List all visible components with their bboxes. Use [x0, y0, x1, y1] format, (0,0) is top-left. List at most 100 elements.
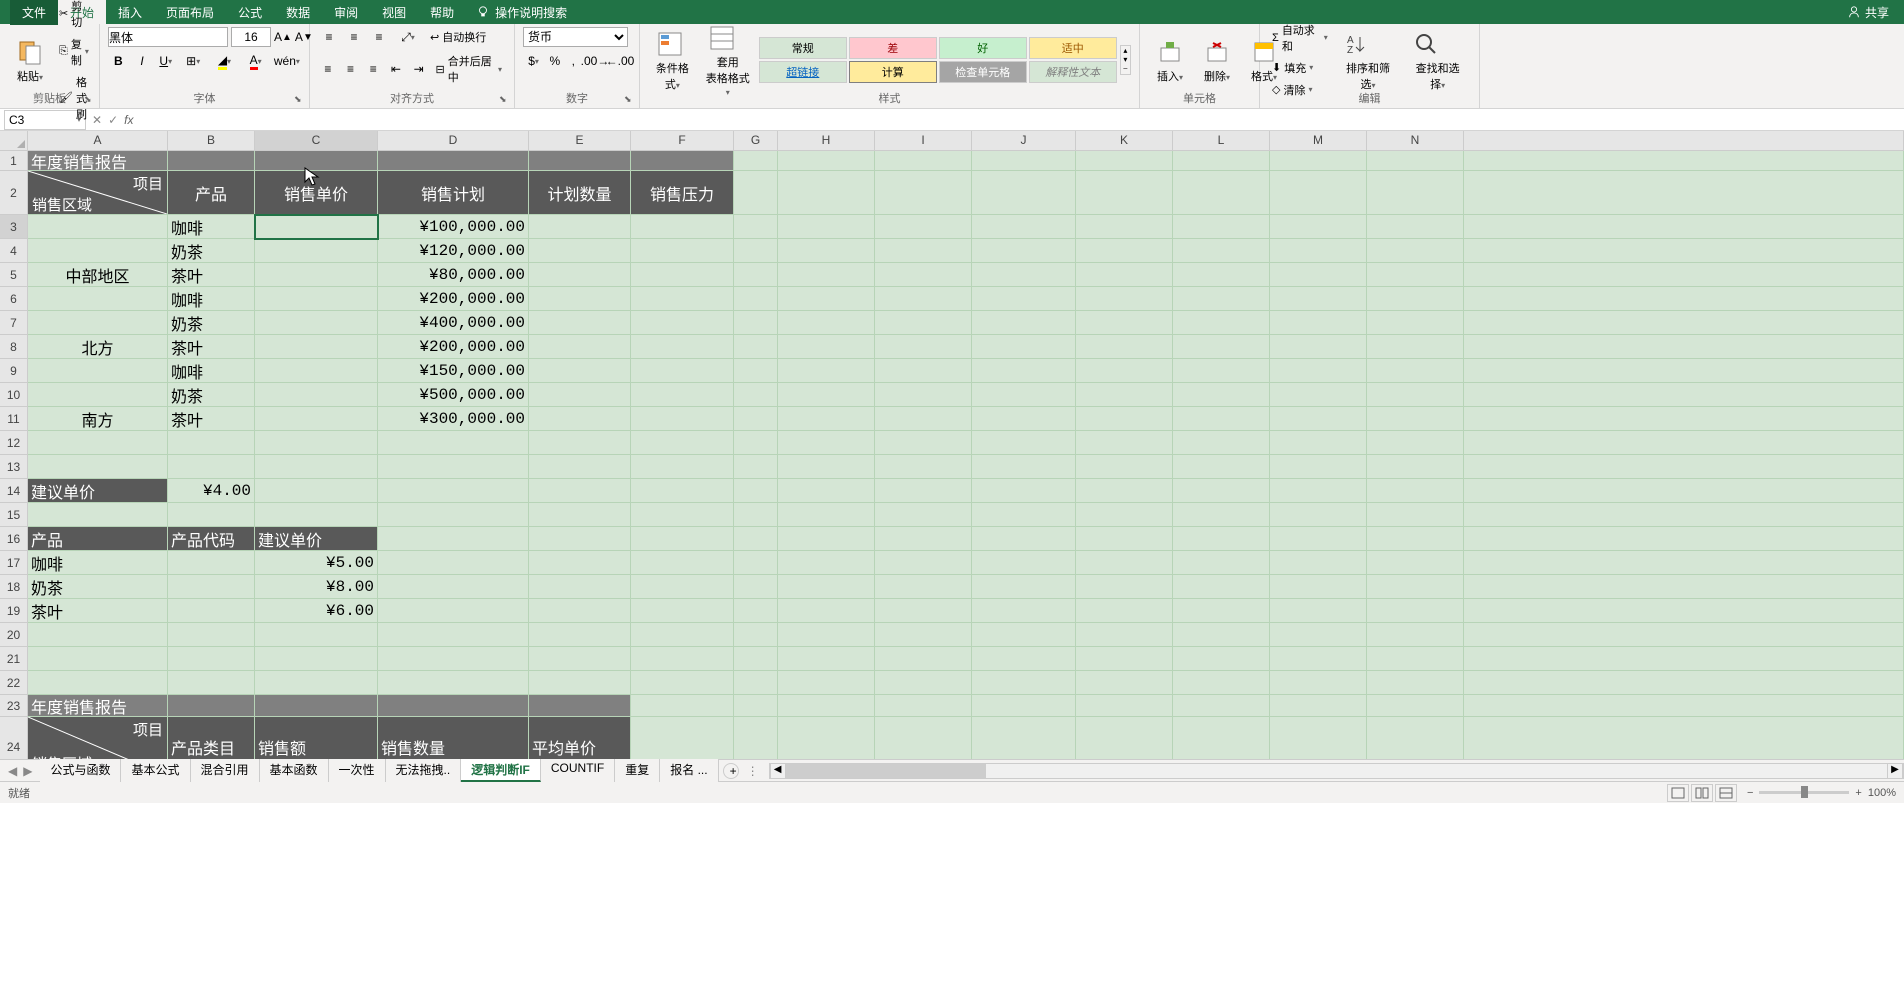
cell-G11[interactable]: [734, 407, 778, 431]
cell-J14[interactable]: [972, 479, 1076, 503]
bold-button[interactable]: B: [108, 51, 129, 71]
cell-J20[interactable]: [972, 623, 1076, 647]
cell-G14[interactable]: [734, 479, 778, 503]
hscroll-thumb[interactable]: [786, 764, 986, 778]
cell-C7[interactable]: [255, 311, 378, 335]
zoom-thumb[interactable]: [1801, 786, 1808, 798]
cell-A14[interactable]: 建议单价: [28, 479, 168, 503]
cell-H24[interactable]: [778, 717, 875, 759]
fill-button[interactable]: ⬇填充▾: [1268, 58, 1332, 78]
cell-filler[interactable]: [1464, 311, 1904, 335]
cell-A2[interactable]: 项目销售区域: [28, 171, 168, 215]
cell-K21[interactable]: [1076, 647, 1173, 671]
cell-H13[interactable]: [778, 455, 875, 479]
row-header-8[interactable]: 8: [0, 335, 28, 359]
cell-J23[interactable]: [972, 695, 1076, 717]
cell-D17[interactable]: [378, 551, 529, 575]
cell-D24[interactable]: 销售数量: [378, 717, 529, 759]
cell-F11[interactable]: [631, 407, 734, 431]
find-select-button[interactable]: 查找和选择▾: [1404, 26, 1471, 94]
cell-F7[interactable]: [631, 311, 734, 335]
cell-K9[interactable]: [1076, 359, 1173, 383]
cell-filler[interactable]: [1464, 527, 1904, 551]
cell-N5[interactable]: [1367, 263, 1464, 287]
cell-E9[interactable]: [529, 359, 631, 383]
cell-H18[interactable]: [778, 575, 875, 599]
cell-A10[interactable]: [28, 383, 168, 407]
cell-G6[interactable]: [734, 287, 778, 311]
cell-I6[interactable]: [875, 287, 972, 311]
cell-K13[interactable]: [1076, 455, 1173, 479]
cell-L15[interactable]: [1173, 503, 1270, 527]
row-header-5[interactable]: 5: [0, 263, 28, 287]
cell-N13[interactable]: [1367, 455, 1464, 479]
cell-C22[interactable]: [255, 671, 378, 695]
cell-filler[interactable]: [1464, 575, 1904, 599]
cell-J18[interactable]: [972, 575, 1076, 599]
cell-H8[interactable]: [778, 335, 875, 359]
cell-H5[interactable]: [778, 263, 875, 287]
cell-L22[interactable]: [1173, 671, 1270, 695]
cell-D23[interactable]: [378, 695, 529, 717]
cell-L19[interactable]: [1173, 599, 1270, 623]
cell-E7[interactable]: [529, 311, 631, 335]
style-bad[interactable]: 差: [849, 37, 937, 59]
zoom-out-button[interactable]: −: [1747, 787, 1753, 799]
cell-D6[interactable]: ¥200,000.00: [378, 287, 529, 311]
zoom-in-button[interactable]: +: [1855, 787, 1861, 799]
cell-C21[interactable]: [255, 647, 378, 671]
cell-K20[interactable]: [1076, 623, 1173, 647]
cell-A18[interactable]: 奶茶: [28, 575, 168, 599]
cell-B17[interactable]: [168, 551, 255, 575]
cell-G20[interactable]: [734, 623, 778, 647]
cell-I15[interactable]: [875, 503, 972, 527]
col-header-J[interactable]: J: [972, 131, 1076, 151]
cell-J5[interactable]: [972, 263, 1076, 287]
cell-J10[interactable]: [972, 383, 1076, 407]
cell-G5[interactable]: [734, 263, 778, 287]
cell-filler[interactable]: [1464, 171, 1904, 215]
align-right-button[interactable]: ≡: [363, 59, 383, 79]
view-normal-button[interactable]: [1667, 784, 1689, 802]
cell-M12[interactable]: [1270, 431, 1367, 455]
cell-A23[interactable]: 年度销售报告: [28, 695, 168, 717]
cell-F16[interactable]: [631, 527, 734, 551]
cell-L4[interactable]: [1173, 239, 1270, 263]
cell-filler[interactable]: [1464, 383, 1904, 407]
cell-E3[interactable]: [529, 215, 631, 239]
cell-N7[interactable]: [1367, 311, 1464, 335]
cell-K16[interactable]: [1076, 527, 1173, 551]
cell-G2[interactable]: [734, 171, 778, 215]
cell-I8[interactable]: [875, 335, 972, 359]
cell-filler[interactable]: [1464, 503, 1904, 527]
cell-L11[interactable]: [1173, 407, 1270, 431]
sort-filter-button[interactable]: AZ排序和筛选▾: [1335, 26, 1402, 94]
view-page-layout-button[interactable]: [1691, 784, 1713, 802]
cell-H14[interactable]: [778, 479, 875, 503]
cell-filler[interactable]: [1464, 151, 1904, 171]
cell-D10[interactable]: ¥500,000.00: [378, 383, 529, 407]
cell-J12[interactable]: [972, 431, 1076, 455]
cell-B22[interactable]: [168, 671, 255, 695]
cell-L12[interactable]: [1173, 431, 1270, 455]
cell-J15[interactable]: [972, 503, 1076, 527]
styles-gallery-more[interactable]: ▴▾⎯: [1120, 45, 1131, 75]
cell-A11[interactable]: 南方: [28, 407, 168, 431]
cell-filler[interactable]: [1464, 623, 1904, 647]
row-header-21[interactable]: 21: [0, 647, 28, 671]
col-header-N[interactable]: N: [1367, 131, 1464, 151]
cell-I7[interactable]: [875, 311, 972, 335]
cell-M24[interactable]: [1270, 717, 1367, 759]
cell-E17[interactable]: [529, 551, 631, 575]
cell-filler[interactable]: [1464, 695, 1904, 717]
fill-color-button[interactable]: ◢▾: [210, 51, 238, 71]
cell-E22[interactable]: [529, 671, 631, 695]
cell-E15[interactable]: [529, 503, 631, 527]
cell-F8[interactable]: [631, 335, 734, 359]
cell-N22[interactable]: [1367, 671, 1464, 695]
cell-B1[interactable]: [168, 151, 255, 171]
delete-cells-button[interactable]: 删除▾: [1195, 34, 1239, 86]
cell-H2[interactable]: [778, 171, 875, 215]
cell-B2[interactable]: 产品: [168, 171, 255, 215]
cell-E8[interactable]: [529, 335, 631, 359]
